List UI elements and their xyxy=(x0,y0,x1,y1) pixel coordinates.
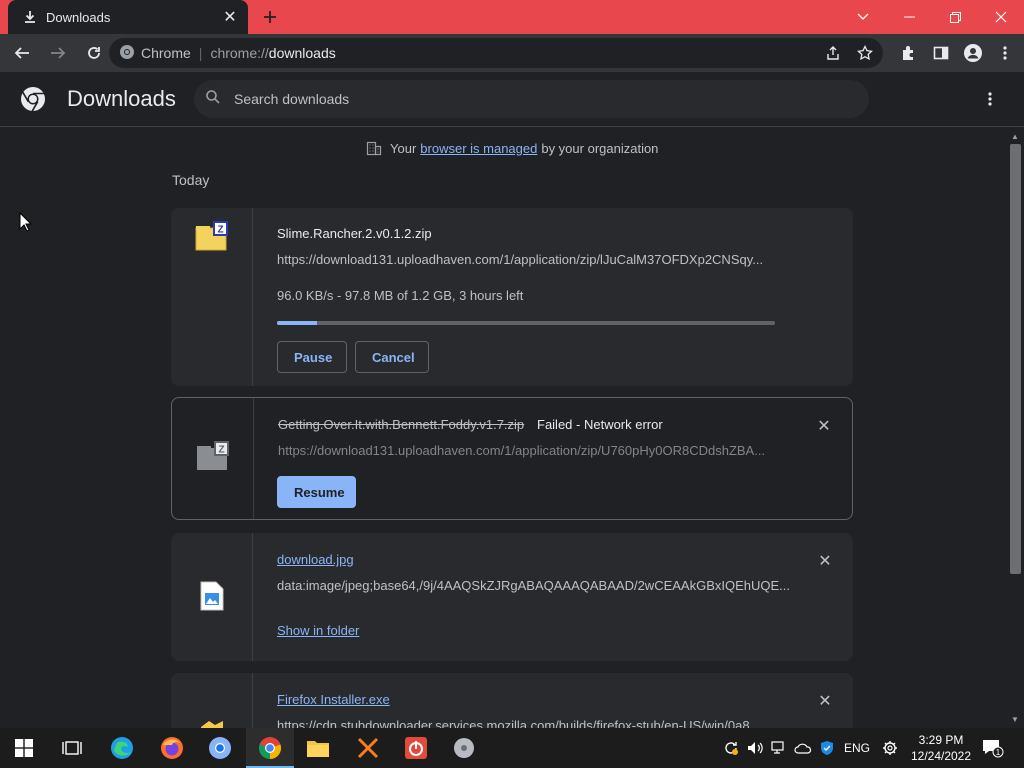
scroll-up-arrow-icon[interactable]: ▲ xyxy=(1011,132,1019,141)
download-icon xyxy=(22,9,38,25)
remove-icon[interactable]: ✕ xyxy=(814,416,834,436)
section-heading-today: Today xyxy=(172,172,210,188)
building-icon xyxy=(366,140,382,156)
address-bar[interactable]: Chrome | chrome:// downloads xyxy=(109,38,883,68)
download-item: Firefox Installer.exe ✕ https://cdn.stub… xyxy=(171,673,853,728)
managed-suffix: by your organization xyxy=(541,140,659,156)
failed-status: Failed - Network error xyxy=(537,417,663,432)
chromium-icon[interactable] xyxy=(196,728,244,768)
onedrive-icon[interactable] xyxy=(792,728,814,768)
disc-app-icon[interactable] xyxy=(440,728,488,768)
chrome-icon xyxy=(119,44,135,63)
search-icon xyxy=(206,89,220,109)
download-item: Z Slime.Rancher.2.v0.1.2.zip https://dow… xyxy=(171,208,853,386)
progress-bar xyxy=(277,321,775,325)
title-bar: Downloads ✕ xyxy=(0,0,1024,34)
omnibox-chrome-label: Chrome xyxy=(141,45,191,61)
forward-button[interactable] xyxy=(42,37,74,69)
image-file-icon xyxy=(195,579,229,613)
search-box[interactable] xyxy=(194,80,869,118)
edge-icon[interactable] xyxy=(98,728,146,768)
search-input[interactable] xyxy=(234,91,834,107)
scroll-down-arrow-icon[interactable]: ▼ xyxy=(1011,715,1019,724)
security-shield-icon[interactable] xyxy=(816,728,838,768)
system-clock[interactable]: 3:29 PM 12/24/2022 xyxy=(910,732,972,764)
downloads-menu-icon[interactable] xyxy=(978,87,1002,111)
cancel-button[interactable]: Cancel xyxy=(355,341,429,373)
progress-fill xyxy=(277,321,317,325)
notification-count: 1 xyxy=(996,748,1001,757)
settings-gear-icon[interactable] xyxy=(878,728,902,768)
file-url: https://download131.uploadhaven.com/1/ap… xyxy=(277,252,764,267)
page-title: Downloads xyxy=(67,86,176,111)
network-icon[interactable] xyxy=(768,728,790,768)
chrome-menu-icon[interactable] xyxy=(992,40,1018,66)
file-url: https://download131.uploadhaven.com/1/ap… xyxy=(278,443,766,458)
svg-text:Z: Z xyxy=(218,445,224,456)
minimize-button[interactable] xyxy=(886,0,932,34)
chrome-taskbar-icon[interactable] xyxy=(246,728,294,768)
tab-search-icon[interactable] xyxy=(840,0,886,34)
filename: Slime.Rancher.2.v0.1.2.zip xyxy=(277,226,432,241)
browser-managed-link[interactable]: browser is managed xyxy=(420,141,537,156)
resume-button[interactable]: Resume xyxy=(277,476,356,508)
profile-avatar-icon[interactable] xyxy=(960,40,986,66)
volume-icon[interactable] xyxy=(744,728,766,768)
installer-file-icon xyxy=(195,715,229,728)
power-app-icon[interactable] xyxy=(392,728,440,768)
url-scheme: chrome:// xyxy=(210,45,269,61)
filename: Getting.Over.It.with.Bennett.Foddy.v1.7.… xyxy=(278,417,525,432)
pause-button[interactable]: Pause xyxy=(277,341,347,373)
side-panel-icon[interactable] xyxy=(928,40,954,66)
x-app-icon[interactable] xyxy=(344,728,392,768)
restore-button[interactable] xyxy=(932,0,978,34)
tab-close-icon[interactable]: ✕ xyxy=(222,9,238,26)
file-explorer-icon[interactable] xyxy=(294,728,342,768)
share-icon[interactable] xyxy=(821,41,845,65)
chrome-logo-icon xyxy=(20,86,46,112)
zip-file-icon: Z xyxy=(196,440,230,474)
file-url: data:image/jpeg;base64,/9j/4AAQSkZJRgABA… xyxy=(277,578,791,593)
scroll-thumb[interactable] xyxy=(1010,144,1021,574)
zip-file-icon: Z xyxy=(195,220,229,254)
back-button[interactable] xyxy=(6,37,38,69)
extensions-icon[interactable] xyxy=(896,40,922,66)
reload-button[interactable] xyxy=(78,37,110,69)
clock-time: 3:29 PM xyxy=(918,733,964,747)
language-indicator[interactable]: ENG xyxy=(842,728,872,768)
new-tab-button[interactable] xyxy=(258,5,282,29)
task-view-icon[interactable] xyxy=(48,728,96,768)
filename-link[interactable]: Firefox Installer.exe xyxy=(277,692,390,707)
close-window-button[interactable] xyxy=(978,0,1024,34)
clock-date: 12/24/2022 xyxy=(910,749,972,763)
notification-center-icon[interactable]: 1 xyxy=(980,728,1006,768)
omnibox-separator: | xyxy=(198,45,203,61)
filename-link[interactable]: download.jpg xyxy=(277,552,354,567)
tab-downloads[interactable]: Downloads ✕ xyxy=(8,0,248,34)
managed-prefix: Your xyxy=(390,140,417,156)
sync-icon[interactable] xyxy=(720,728,742,768)
browser-toolbar: Chrome | chrome:// downloads xyxy=(0,34,1024,72)
windows-taskbar: ENG 3:29 PM 12/24/2022 1 xyxy=(0,728,1024,768)
downloads-header: Downloads xyxy=(0,72,1024,127)
download-status: 96.0 KB/s - 97.8 MB of 1.2 GB, 3 hours l… xyxy=(277,288,524,303)
start-button[interactable] xyxy=(0,728,48,768)
remove-icon[interactable]: ✕ xyxy=(815,551,835,571)
managed-notice: Your browser is managed by your organiza… xyxy=(366,140,658,156)
page-scrollbar[interactable]: ▲ ▼ xyxy=(1007,128,1024,728)
bookmark-star-icon[interactable] xyxy=(853,41,877,65)
svg-text:Z: Z xyxy=(217,225,223,236)
url-host: downloads xyxy=(268,45,336,61)
firefox-icon[interactable] xyxy=(148,728,196,768)
download-item: download.jpg ✕ data:image/jpeg;base64,/9… xyxy=(171,533,853,661)
remove-icon[interactable]: ✕ xyxy=(815,691,835,711)
file-url: https://cdn.stubdownloader.services.mozi… xyxy=(277,718,761,728)
downloads-list: Your browser is managed by your organiza… xyxy=(0,128,1007,728)
tab-title: Downloads xyxy=(46,9,111,25)
show-in-folder-link[interactable]: Show in folder xyxy=(277,623,359,638)
download-item: Z Getting.Over.It.with.Bennett.Foddy.v1.… xyxy=(171,397,853,520)
